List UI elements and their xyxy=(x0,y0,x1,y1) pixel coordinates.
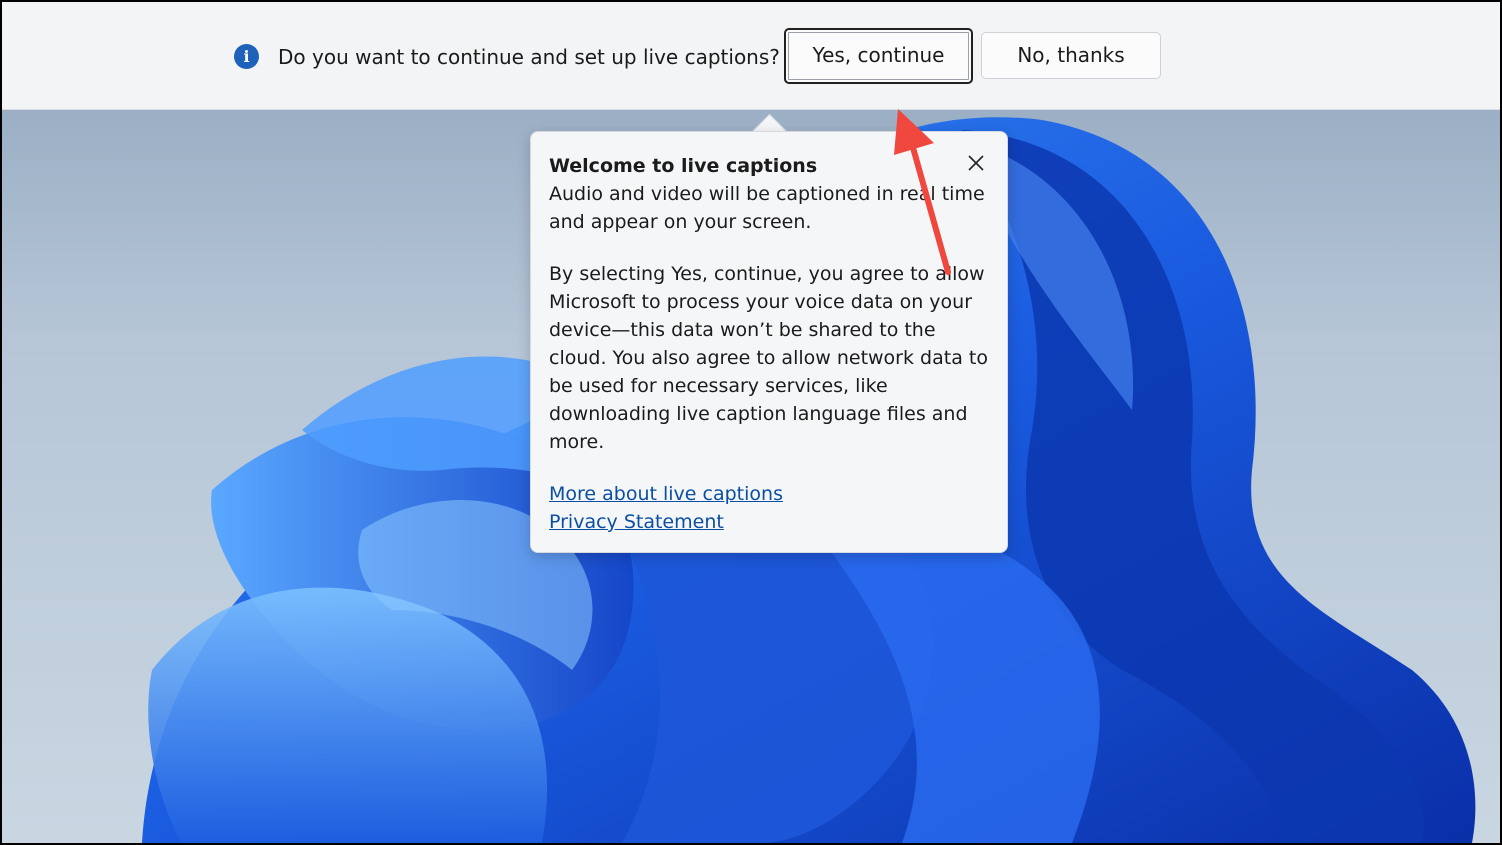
info-icon: i xyxy=(234,44,259,69)
setup-prompt-text: Do you want to continue and set up live … xyxy=(278,45,780,69)
annotation-arrow xyxy=(894,109,951,275)
more-about-live-captions-link[interactable]: More about live captions xyxy=(549,480,989,508)
notification-bar: i Do you want to continue and set up liv… xyxy=(2,2,1500,110)
privacy-statement-link[interactable]: Privacy Statement xyxy=(549,508,989,536)
callout-consent-text: By selecting Yes, continue, you agree to… xyxy=(549,263,988,453)
no-thanks-button[interactable]: No, thanks xyxy=(981,32,1161,79)
yes-continue-button[interactable]: Yes, continue xyxy=(784,28,973,84)
desktop: i Do you want to continue and set up liv… xyxy=(0,0,1502,845)
